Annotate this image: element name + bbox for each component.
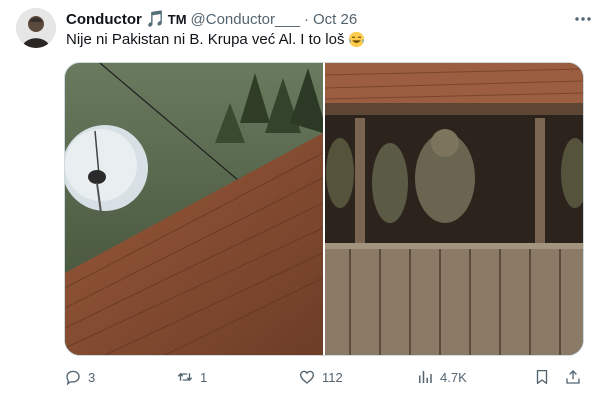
laughing-tears-emoji-icon [348,31,365,48]
view-count: 4.7K [440,369,467,385]
like-button[interactable]: 112 [298,366,343,388]
tweet-date[interactable]: Oct 26 [313,11,357,28]
media-photo-1[interactable] [65,63,324,355]
views-button[interactable]: 4.7K [416,366,467,388]
tweet-header: Conductor 🎵 TM @Conductor___ · Oct 26 [66,9,357,29]
tweet: Conductor 🎵 TM @Conductor___ · Oct 26 Ni… [0,0,616,400]
retweet-icon [177,373,193,381]
name-suffix: TM [167,11,187,27]
share-icon [566,370,580,384]
tweet-text: Nije ni Pakistan ni B. Krupa već Al. I t… [66,31,365,48]
retweet-button[interactable]: 1 [176,366,207,388]
bookmark-icon [536,369,548,385]
retweet-count: 1 [200,369,208,385]
views-icon [419,371,432,383]
music-note-icon: 🎵 [145,11,166,28]
action-bar: 3 1 112 4.7K [64,366,584,388]
reply-button[interactable]: 3 [64,366,95,388]
display-name[interactable]: Conductor [66,11,142,28]
bookmark-button[interactable] [533,366,551,388]
reply-count: 3 [88,369,96,385]
avatar[interactable] [16,8,56,48]
more-icon [575,17,591,21]
user-handle[interactable]: @Conductor___ [191,11,300,28]
separator: · [304,10,309,28]
share-button[interactable] [564,366,582,388]
like-count: 112 [322,369,343,385]
more-button[interactable] [572,8,594,30]
media-grid[interactable] [64,62,584,356]
like-icon [299,370,315,384]
media-photo-2[interactable] [324,63,583,355]
reply-icon [66,370,80,386]
tweet-body: Nije ni Pakistan ni B. Krupa već Al. I t… [66,31,345,48]
